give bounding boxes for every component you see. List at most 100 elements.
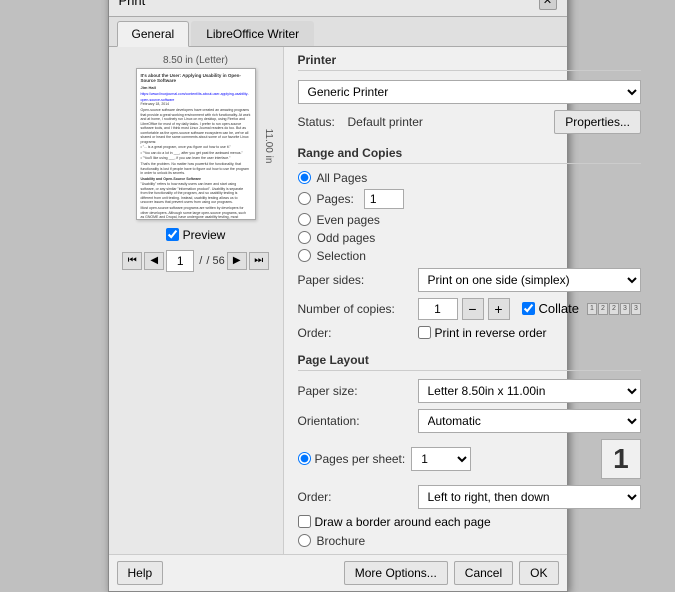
preview-paper: It's about the User: Applying Usability … xyxy=(136,68,256,220)
even-pages-radio[interactable] xyxy=(298,213,311,226)
layout-order-label: Order: xyxy=(298,490,418,504)
properties-button[interactable]: Properties... xyxy=(554,110,641,134)
bottom-right-buttons: More Options... Cancel OK xyxy=(344,561,559,585)
printer-row: Generic Printer xyxy=(298,76,641,108)
tab-general[interactable]: General xyxy=(117,21,190,47)
cancel-button[interactable]: Cancel xyxy=(454,561,513,585)
page-number-input[interactable] xyxy=(166,250,194,272)
pages-per-sheet-row: Pages per sheet: 1 1 xyxy=(298,436,641,482)
collate-icon: 1 2 2 3 3 xyxy=(587,303,641,315)
copies-input[interactable] xyxy=(418,298,458,320)
preview-panel: 8.50 in (Letter) It's about the User: Ap… xyxy=(109,47,284,554)
selection-label: Selection xyxy=(317,249,366,263)
page-separator: / xyxy=(196,255,202,267)
all-pages-row: All Pages xyxy=(298,169,641,187)
border-label: Draw a border around each page xyxy=(315,515,491,529)
order-label: Order: xyxy=(298,326,418,340)
height-label: 11.00 in xyxy=(263,128,274,163)
copies-decrement-button[interactable]: − xyxy=(462,298,484,320)
collate-label: Collate xyxy=(539,301,579,316)
copies-row: Number of copies: − + Collate 1 2 2 xyxy=(298,295,641,323)
status-value: Default printer xyxy=(348,115,423,129)
order-control: Print in reverse order xyxy=(418,326,641,340)
selection-radio[interactable] xyxy=(298,249,311,262)
paper-size-label: Paper size: xyxy=(298,384,418,398)
status-row: Status: Default printer xyxy=(298,112,423,132)
copies-control: − + Collate 1 2 2 3 3 xyxy=(418,298,641,320)
print-dialog: Print ✕ General LibreOffice Writer 8.50 … xyxy=(108,0,568,592)
pages-per-sheet-label: Pages per sheet: xyxy=(315,452,406,466)
pages-radio[interactable] xyxy=(298,192,311,205)
border-row: Draw a border around each page xyxy=(298,512,641,532)
printer-section: Printer Generic Printer Status: Default … xyxy=(298,47,641,136)
printer-section-title: Printer xyxy=(298,47,641,71)
page-layout-title: Page Layout xyxy=(298,347,641,371)
more-options-button[interactable]: More Options... xyxy=(344,561,448,585)
layout-order-control: Left to right, then down xyxy=(418,485,641,509)
preview-label: Preview xyxy=(183,228,226,242)
paper-sides-row: Paper sides: Print on one side (simplex) xyxy=(298,265,641,295)
orientation-label: Orientation: xyxy=(298,414,418,428)
odd-pages-row: Odd pages xyxy=(298,229,641,247)
layout-order-row: Order: Left to right, then down xyxy=(298,482,641,512)
paper-sides-label: Paper sides: xyxy=(298,273,418,287)
last-page-button[interactable]: ⏭ xyxy=(249,252,269,270)
paper-size-select[interactable]: Letter 8.50in x 11.00in xyxy=(418,379,641,403)
selection-row: Selection xyxy=(298,247,641,265)
main-content: 8.50 in (Letter) It's about the User: Ap… xyxy=(109,47,567,554)
collate-check: Collate 1 2 2 3 3 xyxy=(522,301,641,316)
all-pages-label: All Pages xyxy=(317,171,368,185)
brochure-radio[interactable] xyxy=(298,534,311,547)
page-layout-icon: 1 xyxy=(601,439,641,479)
first-page-button[interactable]: ⏮ xyxy=(122,252,142,270)
preview-content: It's about the User: Applying Usability … xyxy=(137,69,255,220)
preview-checkbox[interactable] xyxy=(166,228,179,241)
close-button[interactable]: ✕ xyxy=(539,0,557,10)
printer-select[interactable]: Generic Printer xyxy=(298,80,641,104)
ok-button[interactable]: OK xyxy=(519,561,558,585)
range-section-title: Range and Copies xyxy=(298,140,641,164)
odd-pages-radio[interactable] xyxy=(298,231,311,244)
orientation-control: Automatic xyxy=(418,409,641,433)
orientation-select[interactable]: Automatic xyxy=(418,409,641,433)
pages-input[interactable] xyxy=(364,189,404,209)
reverse-order-label: Print in reverse order xyxy=(435,326,547,340)
brochure-label: Brochure xyxy=(317,534,366,548)
prev-page-button[interactable]: ◀ xyxy=(144,252,164,270)
pages-label: Pages: xyxy=(317,192,354,206)
even-pages-row: Even pages xyxy=(298,211,641,229)
range-section: Range and Copies All Pages Pages: Even p… xyxy=(298,140,641,343)
titlebar: Print ✕ xyxy=(109,0,567,17)
page-layout-section: Page Layout Paper size: Letter 8.50in x … xyxy=(298,347,641,550)
collate-checkbox[interactable] xyxy=(522,302,535,315)
dialog-title: Print xyxy=(119,0,146,8)
total-pages: / 56 xyxy=(206,255,224,267)
right-panel: Printer Generic Printer Status: Default … xyxy=(284,47,655,554)
border-checkbox[interactable] xyxy=(298,515,311,528)
preview-checkbox-row: Preview xyxy=(162,224,230,246)
paper-size-control: Letter 8.50in x 11.00in xyxy=(418,379,641,403)
brochure-row: Brochure xyxy=(298,532,641,550)
layout-order-select[interactable]: Left to right, then down xyxy=(418,485,641,509)
copies-increment-button[interactable]: + xyxy=(488,298,510,320)
preview-wrapper: It's about the User: Applying Usability … xyxy=(136,68,256,224)
pages-row: Pages: xyxy=(298,187,641,211)
even-pages-label: Even pages xyxy=(317,213,380,227)
bottom-bar: Help More Options... Cancel OK xyxy=(109,554,567,591)
reverse-order-checkbox[interactable] xyxy=(418,326,431,339)
order-row: Order: Print in reverse order xyxy=(298,323,641,343)
copies-label: Number of copies: xyxy=(298,302,418,316)
tab-bar: General LibreOffice Writer xyxy=(109,17,567,47)
paper-sides-select[interactable]: Print on one side (simplex) xyxy=(418,268,641,292)
pages-per-sheet-select[interactable]: 1 xyxy=(411,447,471,471)
preview-nav: ⏮ ◀ / / 56 ▶ ⏭ xyxy=(122,250,268,272)
status-label: Status: xyxy=(298,115,348,129)
width-label: 8.50 in (Letter) xyxy=(163,55,228,66)
next-page-button[interactable]: ▶ xyxy=(227,252,247,270)
orientation-row: Orientation: Automatic xyxy=(298,406,641,436)
pages-per-sheet-radio[interactable] xyxy=(298,452,311,465)
all-pages-radio[interactable] xyxy=(298,171,311,184)
help-button[interactable]: Help xyxy=(117,561,164,585)
tab-writer[interactable]: LibreOffice Writer xyxy=(191,21,314,46)
paper-size-row: Paper size: Letter 8.50in x 11.00in xyxy=(298,376,641,406)
